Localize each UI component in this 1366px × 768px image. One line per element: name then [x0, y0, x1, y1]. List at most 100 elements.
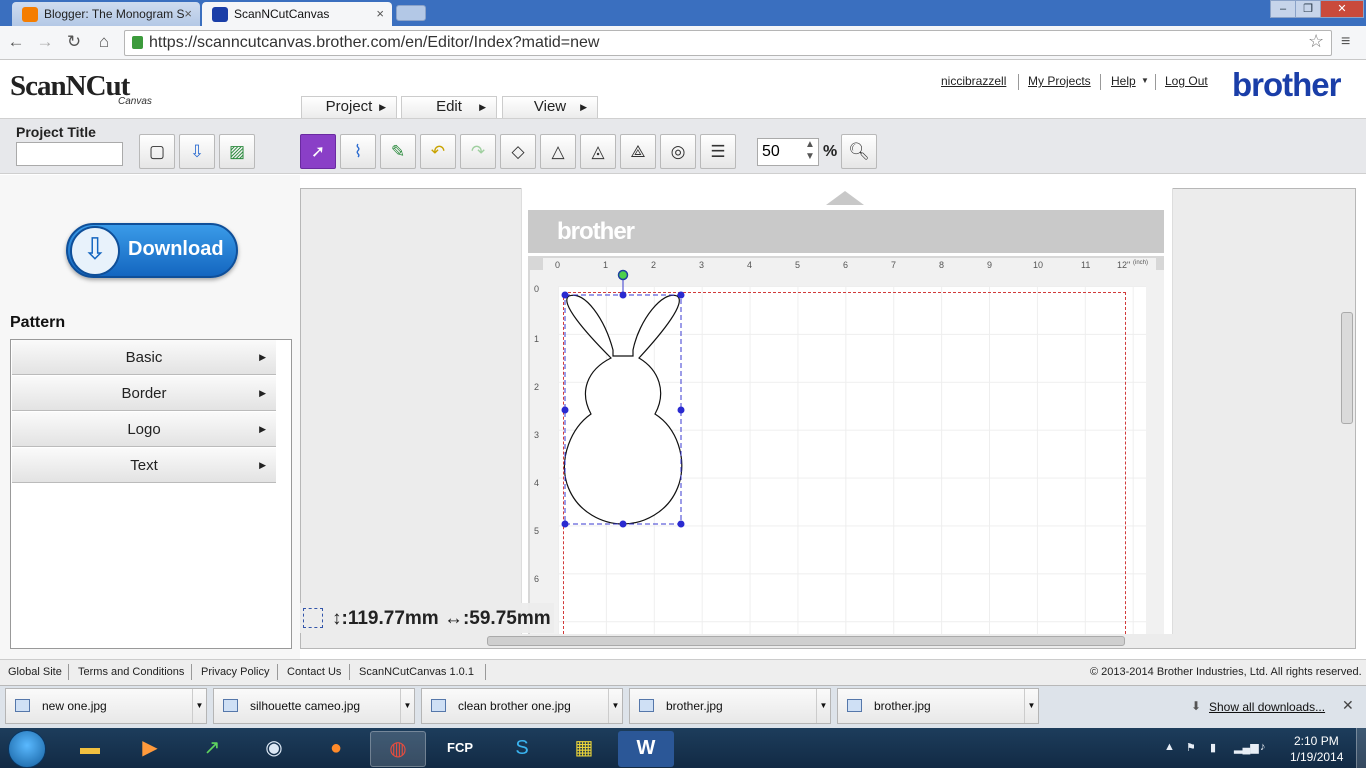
- resize-handle[interactable]: [561, 406, 569, 414]
- edit-points-button[interactable]: ⌇: [340, 134, 376, 169]
- media-player-icon[interactable]: ▶: [122, 731, 178, 767]
- close-tab-icon[interactable]: ×: [376, 6, 384, 21]
- footer-link-contact[interactable]: Contact Us: [287, 666, 341, 678]
- address-bar[interactable]: https://scanncutcanvas.brother.com/en/Ed…: [124, 30, 1332, 56]
- divider: [191, 664, 192, 680]
- restore-button[interactable]: ❐: [1295, 0, 1321, 18]
- clock-date[interactable]: 1/19/2014: [1290, 750, 1343, 764]
- back-icon[interactable]: ←: [6, 32, 26, 52]
- paint-icon[interactable]: ▦: [556, 731, 612, 767]
- chevron-down-icon[interactable]: ▼: [816, 689, 830, 723]
- divider: [349, 664, 350, 680]
- skype-icon[interactable]: S: [494, 731, 550, 767]
- footer-link-global-site[interactable]: Global Site: [8, 666, 62, 678]
- rotation-handle[interactable]: [617, 269, 629, 281]
- horizontal-scrollbar[interactable]: [487, 636, 1125, 646]
- resize-handle[interactable]: [561, 291, 569, 299]
- chevron-down-icon[interactable]: ▼: [608, 689, 622, 723]
- zoom-stepper[interactable]: ▲ ▼: [802, 139, 818, 165]
- my-projects-link[interactable]: My Projects: [1028, 74, 1091, 88]
- import-image-button[interactable]: ▨: [219, 134, 255, 169]
- project-title-input[interactable]: [16, 142, 123, 166]
- shape-tool-2[interactable]: △: [540, 134, 576, 169]
- align-icon: ☰: [710, 142, 726, 161]
- pattern-item-text[interactable]: Text ▶: [12, 448, 276, 483]
- username-link[interactable]: niccibrazzell: [941, 74, 1006, 88]
- chrome-icon[interactable]: ◍: [370, 731, 426, 767]
- close-downloads-icon[interactable]: ✕: [1342, 697, 1354, 714]
- signal-icon[interactable]: ▂▄▆: [1234, 741, 1259, 754]
- select-tool-button[interactable]: ➚: [300, 134, 336, 169]
- redo-icon: ↷: [470, 142, 486, 161]
- save-button[interactable]: ⇩: [179, 134, 215, 169]
- flag-icon[interactable]: ⚑: [1186, 741, 1196, 754]
- firefox-icon[interactable]: ●: [308, 731, 364, 767]
- start-button[interactable]: [8, 730, 46, 768]
- close-window-button[interactable]: ✕: [1320, 0, 1364, 18]
- menu-project[interactable]: Project ▶: [301, 96, 397, 118]
- shape-tool-3[interactable]: ◬: [580, 134, 616, 169]
- resize-handle[interactable]: [677, 520, 685, 528]
- tray-expand-icon[interactable]: ▲: [1164, 741, 1175, 753]
- minimize-button[interactable]: –: [1270, 0, 1296, 18]
- menu-view[interactable]: View ▶: [502, 96, 598, 118]
- resize-handle[interactable]: [677, 406, 685, 414]
- close-tab-icon[interactable]: ×: [184, 6, 192, 21]
- undo-button[interactable]: ↶: [420, 134, 456, 169]
- new-button[interactable]: ▢: [139, 134, 175, 169]
- pattern-item-border[interactable]: Border ▶: [12, 376, 276, 411]
- pattern-item-basic[interactable]: Basic ▶: [12, 340, 276, 375]
- resize-handle[interactable]: [677, 291, 685, 299]
- chevron-down-icon[interactable]: ▼: [1024, 689, 1038, 723]
- resize-handle[interactable]: [619, 520, 627, 528]
- device-icon[interactable]: ▮: [1210, 741, 1216, 754]
- bookmark-star-icon[interactable]: ☆: [1308, 31, 1324, 52]
- wifi-app-icon[interactable]: ◉: [246, 731, 302, 767]
- resize-handle[interactable]: [561, 520, 569, 528]
- volume-icon[interactable]: ♪: [1260, 741, 1266, 753]
- chevron-down-icon[interactable]: ▼: [400, 689, 414, 723]
- zoom-button[interactable]: 🔍︎: [841, 134, 877, 169]
- resize-handle[interactable]: [619, 291, 627, 299]
- align-button[interactable]: ☰: [700, 134, 736, 169]
- shape-tool-4[interactable]: ⟁: [620, 134, 656, 169]
- tab-scanncutcanvas[interactable]: ScanNCutCanvas ×: [202, 2, 392, 26]
- zoom-unit: %: [823, 143, 838, 160]
- download-icon: ⇩: [70, 226, 120, 276]
- outline-button[interactable]: ◎: [660, 134, 696, 169]
- show-desktop-button[interactable]: [1356, 728, 1366, 768]
- explorer-icon[interactable]: ▬: [62, 731, 118, 767]
- bunny-shape[interactable]: [563, 294, 683, 525]
- stock-app-icon[interactable]: ↗: [184, 731, 240, 767]
- help-link[interactable]: Help: [1111, 74, 1136, 88]
- shape-tool-1[interactable]: ◇: [500, 134, 536, 169]
- clock-time[interactable]: 2:10 PM: [1294, 734, 1339, 748]
- draw-button[interactable]: ✎: [380, 134, 416, 169]
- reload-icon[interactable]: ↻: [64, 32, 84, 52]
- chrome-menu-icon[interactable]: ≡: [1341, 33, 1350, 51]
- vertical-scrollbar[interactable]: [1341, 312, 1353, 424]
- dimension-text: ↕:119.77mm ↔:59.75mm: [332, 608, 551, 629]
- word-icon[interactable]: W: [618, 731, 674, 767]
- fcp-icon[interactable]: FCP: [432, 731, 488, 767]
- footer-link-privacy[interactable]: Privacy Policy: [201, 666, 269, 678]
- menu-edit[interactable]: Edit ▶: [401, 96, 497, 118]
- scroll-up-indicator[interactable]: [826, 191, 864, 205]
- new-tab-button[interactable]: [396, 5, 426, 21]
- width-arrow-icon: ↔: [443, 608, 463, 629]
- download-item[interactable]: new one.jpg ▼: [5, 688, 207, 724]
- download-item[interactable]: brother.jpg ▼: [837, 688, 1039, 724]
- ruler-tick-label: 4: [747, 260, 753, 270]
- download-item[interactable]: clean brother one.jpg ▼: [421, 688, 623, 724]
- forward-icon[interactable]: →: [35, 32, 55, 52]
- redo-button[interactable]: ↷: [460, 134, 496, 169]
- pattern-item-logo[interactable]: Logo ▶: [12, 412, 276, 447]
- chevron-down-icon[interactable]: ▼: [192, 689, 206, 723]
- logout-link[interactable]: Log Out: [1165, 74, 1208, 88]
- download-item[interactable]: silhouette cameo.jpg ▼: [213, 688, 415, 724]
- tab-blogger[interactable]: Blogger: The Monogram S ×: [12, 2, 200, 26]
- footer-link-terms[interactable]: Terms and Conditions: [78, 666, 184, 678]
- download-item[interactable]: brother.jpg ▼: [629, 688, 831, 724]
- show-all-downloads-link[interactable]: Show all downloads...: [1209, 700, 1325, 714]
- home-icon[interactable]: ⌂: [94, 32, 114, 52]
